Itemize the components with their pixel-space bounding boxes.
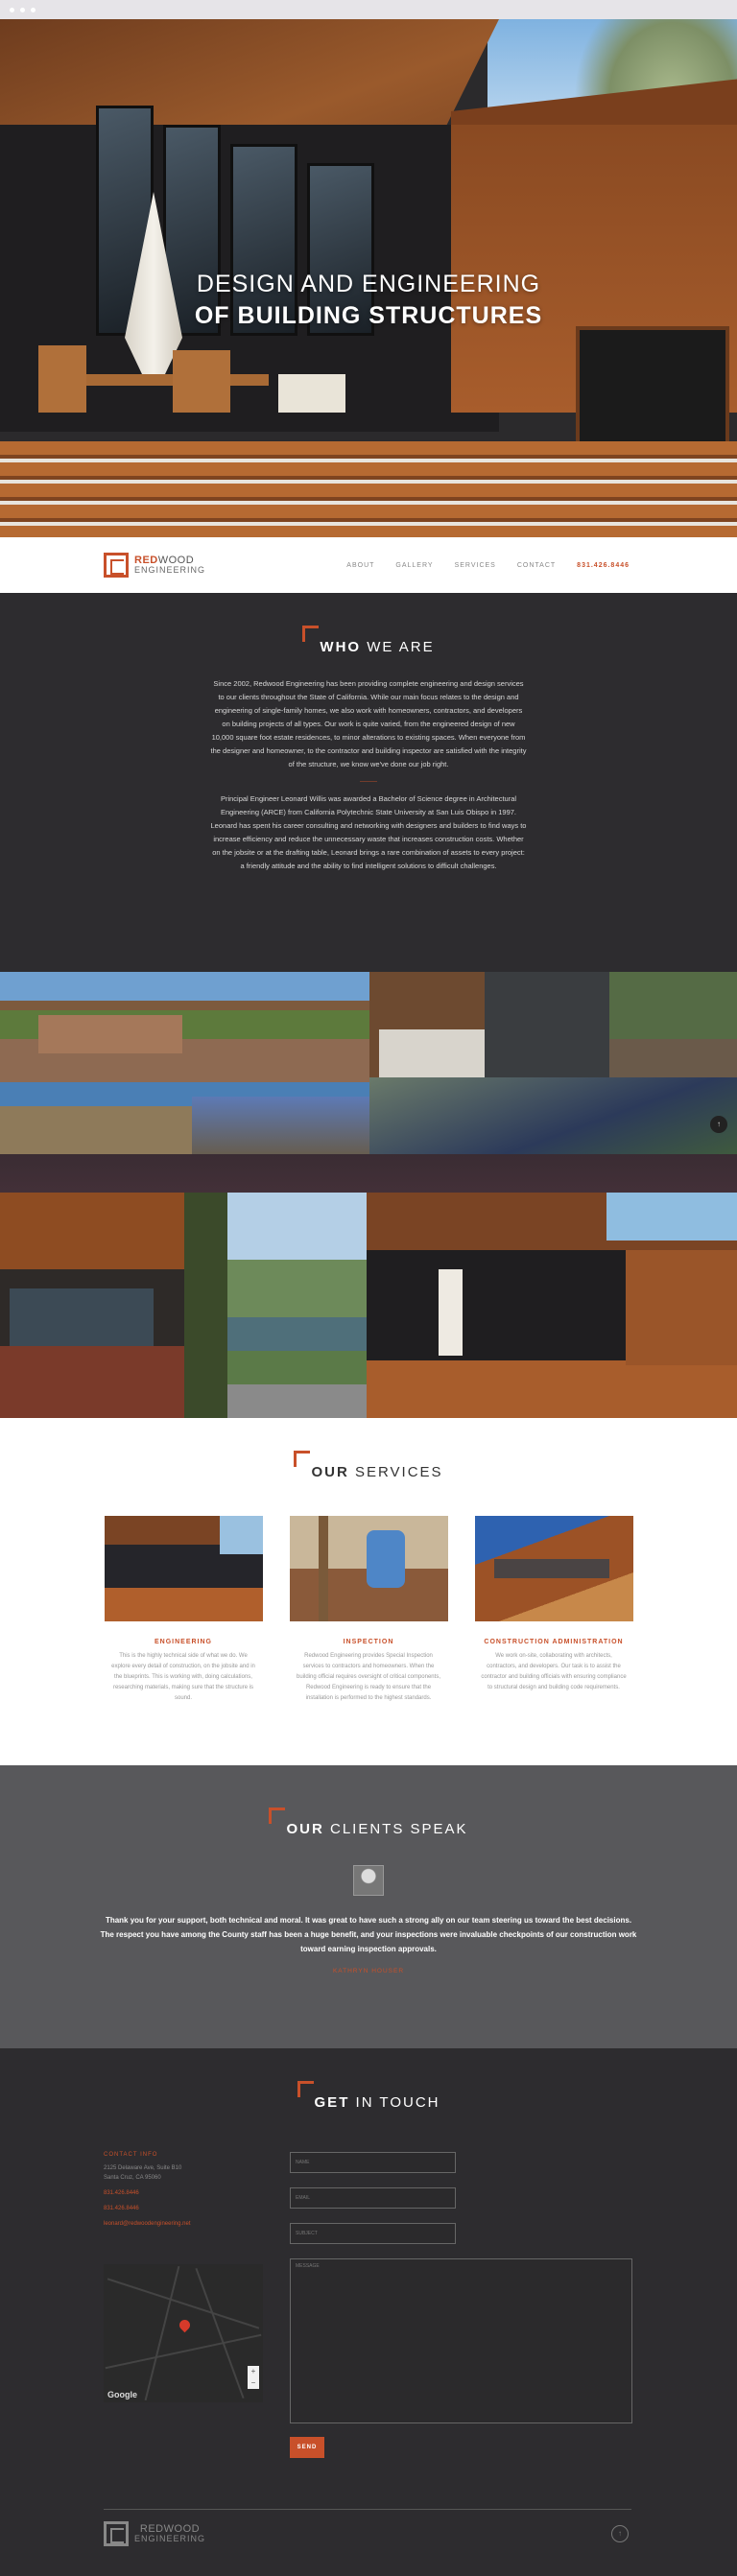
who-paragraph-2: Principal Engineer Leonard Willis was aw…: [210, 794, 527, 870]
service-image-engineering: [104, 1516, 263, 1621]
browser-chrome: [0, 0, 737, 19]
gallery-image-deck[interactable]: [0, 1193, 184, 1418]
hero-chair: [173, 350, 230, 413]
contact-email[interactable]: leonard@redwoodengineering.net: [104, 2219, 267, 2229]
footer-logo-subtitle: ENGINEERING: [134, 2534, 206, 2543]
main-nav: REDWOOD ENGINEERING ABOUT GALLERY SERVIC…: [0, 537, 737, 593]
nav-link-gallery[interactable]: GALLERY: [395, 562, 433, 569]
who-paragraph-1: Since 2002, Redwood Engineering has been…: [210, 679, 527, 768]
who-we-are-section: WHO WE ARE Since 2002, Redwood Engineeri…: [0, 593, 737, 972]
service-card-engineering: ENGINEERING This is the highly technical…: [104, 1516, 263, 1704]
contact-address-line1: 2125 Delaware Ave, Suite B10: [104, 2165, 182, 2171]
who-title-rest: WE ARE: [361, 639, 435, 655]
nav-link-services[interactable]: SERVICES: [455, 562, 496, 569]
hero-deck-steps: [0, 441, 737, 537]
footer-logo[interactable]: REDWOOD ENGINEERING: [104, 2521, 205, 2546]
gallery-image-interior[interactable]: [369, 972, 737, 1154]
clients-title-bold: OUR: [286, 1821, 324, 1837]
service-image-inspection: [289, 1516, 448, 1621]
section-heading: WHO WE ARE: [302, 626, 434, 655]
service-description: This is the highly technical side of wha…: [111, 1653, 255, 1701]
service-image-construction: [474, 1516, 633, 1621]
window-dot: [20, 7, 25, 12]
hero-chair: [38, 345, 86, 413]
gallery-image-pool-villa[interactable]: [0, 972, 369, 1154]
service-card-construction-administration: CONSTRUCTION ADMINISTRATION We work on-s…: [474, 1516, 633, 1704]
logo-icon: [104, 553, 129, 578]
client-author: KATHRYN HOUSER: [332, 1968, 405, 1974]
contact-title-bold: GET: [314, 2094, 350, 2111]
contact-info: CONTACT INFO 2125 Delaware Ave, Suite B1…: [104, 2152, 267, 2229]
nav-phone-link[interactable]: 831.426.8446: [577, 562, 630, 569]
hero-heading: DESIGN AND ENGINEERING OF BUILDING STRUC…: [0, 271, 737, 330]
who-divider: ———: [360, 779, 377, 785]
logo-text: REDWOOD ENGINEERING: [134, 555, 206, 576]
gallery-row-2: [0, 1193, 737, 1418]
send-button[interactable]: SEND: [290, 2437, 324, 2458]
scroll-up-icon[interactable]: ↑: [710, 1116, 727, 1133]
nav-link-about[interactable]: ABOUT: [346, 562, 374, 569]
footer-logo-text: REDWOOD ENGINEERING: [134, 2524, 206, 2544]
zoom-out-button[interactable]: −: [248, 2377, 259, 2389]
site-logo[interactable]: REDWOOD ENGINEERING: [104, 553, 205, 578]
email-input[interactable]: [290, 2187, 456, 2209]
hero-sliding-door: [576, 326, 729, 451]
nav-link-contact[interactable]: CONTACT: [517, 562, 556, 569]
google-logo: Google: [107, 2390, 137, 2399]
service-description: We work on-site, collaborating with arch…: [481, 1653, 627, 1690]
location-map[interactable]: + − Google: [104, 2264, 263, 2402]
service-description: Redwood Engineering provides Special Ins…: [297, 1653, 440, 1701]
contact-address-line2: Santa Cruz, CA 95060: [104, 2175, 161, 2181]
contact-title-rest: IN TOUCH: [349, 2094, 440, 2111]
clients-section: OUR CLIENTS SPEAK Thank you for your sup…: [0, 1765, 737, 2048]
hero-chair: [278, 374, 345, 413]
contact-fax: 831.426.8446: [104, 2206, 139, 2211]
service-title: CONSTRUCTION ADMINISTRATION: [484, 1639, 624, 1645]
services-title-rest: SERVICES: [348, 1464, 443, 1480]
service-card-inspection: INSPECTION Redwood Engineering provides …: [289, 1516, 448, 1704]
subject-input[interactable]: [290, 2223, 456, 2244]
contact-phone[interactable]: 831.426.8446: [104, 2188, 267, 2198]
footer-logo-icon: [104, 2521, 129, 2546]
section-heading: OUR CLIENTS SPEAK: [269, 1808, 467, 1837]
gallery-row-1: ↑: [0, 972, 737, 1154]
section-heading: GET IN TOUCH: [297, 2081, 440, 2111]
hero-section: DESIGN AND ENGINEERING OF BUILDING STRUC…: [0, 19, 737, 537]
contact-section: GET IN TOUCH CONTACT INFO 2125 Delaware …: [0, 2048, 737, 2576]
map-zoom-control[interactable]: + −: [248, 2366, 259, 2389]
services-title-bold: OUR: [311, 1464, 349, 1480]
zoom-in-button[interactable]: +: [248, 2366, 259, 2377]
who-title-bold: WHO: [320, 639, 362, 655]
back-to-top-icon[interactable]: ↑: [611, 2525, 629, 2542]
service-title: INSPECTION: [343, 1639, 394, 1645]
client-avatar: [353, 1865, 384, 1896]
service-title: ENGINEERING: [154, 1639, 212, 1645]
name-input[interactable]: [290, 2152, 456, 2173]
window-dot: [31, 7, 36, 12]
client-quote: Thank you for your support, both technic…: [100, 1916, 637, 1953]
services-section: OUR SERVICES ENGINEERING This is the hig…: [0, 1418, 737, 1765]
gallery-image-house-exterior[interactable]: [367, 1193, 737, 1418]
window-dot: [10, 7, 14, 12]
hero-line1: DESIGN AND ENGINEERING: [196, 271, 541, 297]
services-cards: ENGINEERING This is the highly technical…: [0, 1516, 737, 1704]
gallery-separator: [0, 1154, 737, 1193]
hero-line2: OF BUILDING STRUCTURES: [194, 302, 543, 329]
footer-divider: [104, 2509, 631, 2510]
gallery-image-landscape[interactable]: [184, 1193, 367, 1418]
map-pin-icon[interactable]: [177, 2317, 193, 2333]
nav-links: ABOUT GALLERY SERVICES CONTACT 831.426.8…: [346, 562, 630, 569]
section-heading: OUR SERVICES: [294, 1451, 442, 1480]
message-textarea[interactable]: [290, 2258, 632, 2423]
clients-title-rest: CLIENTS SPEAK: [323, 1821, 468, 1837]
logo-subtitle: ENGINEERING: [134, 565, 206, 575]
